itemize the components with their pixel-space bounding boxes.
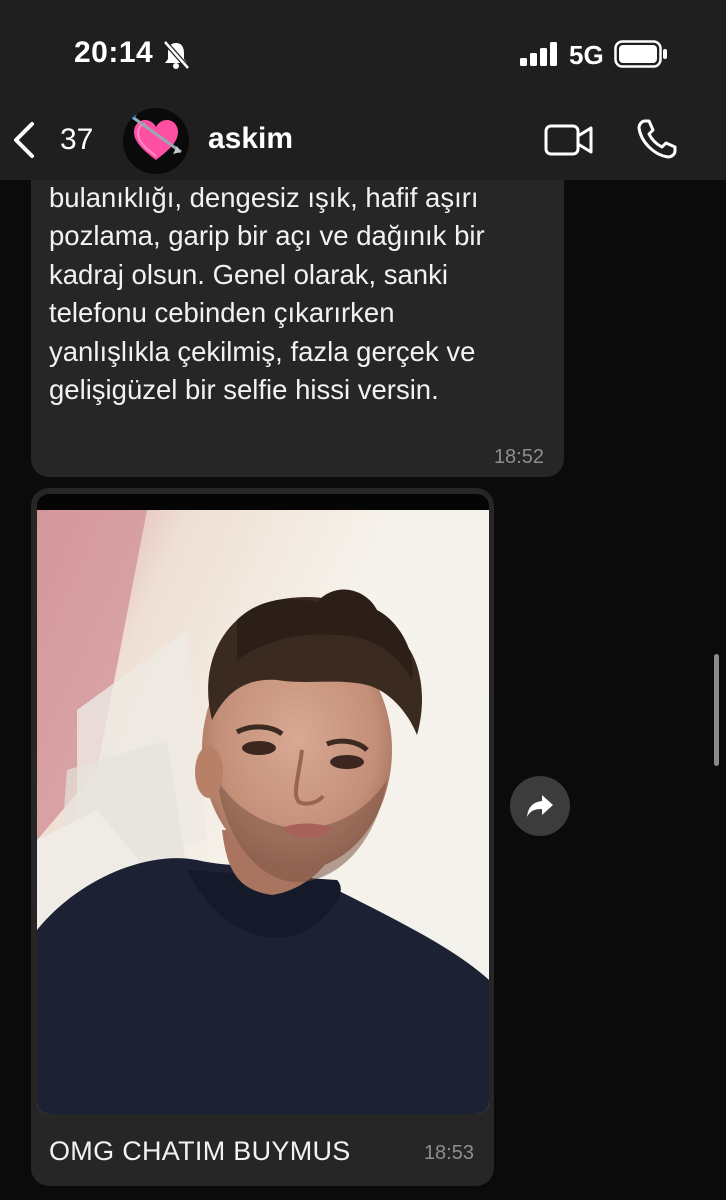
battery-icon bbox=[614, 40, 667, 68]
contact-name[interactable]: askim bbox=[208, 122, 293, 156]
message-time: 18:52 bbox=[493, 446, 544, 468]
scrollbar[interactable] bbox=[714, 654, 719, 766]
chevron-left-icon bbox=[14, 122, 34, 158]
heart-arrow-icon bbox=[123, 108, 189, 174]
message-time: 18:53 bbox=[423, 1142, 474, 1164]
message-bubble-text[interactable]: gibi olsun. Fotoğrafta hafif hareket bul… bbox=[31, 180, 564, 477]
forward-arrow-icon bbox=[527, 795, 553, 817]
avatar[interactable] bbox=[123, 108, 189, 174]
unread-count: 37 bbox=[60, 123, 94, 156]
chat-messages[interactable]: gibi olsun. Fotoğrafta hafif hareket bul… bbox=[0, 180, 726, 1200]
selfie-photo[interactable] bbox=[37, 510, 489, 1114]
status-time: 20:14 bbox=[74, 36, 154, 69]
chat-header: 37 askim bbox=[0, 100, 726, 180]
message-bubble-photo[interactable]: OMG CHATIM BUYMUS 18:53 bbox=[31, 488, 494, 1186]
network-type: 5G bbox=[569, 40, 604, 70]
bell-slash-icon bbox=[163, 40, 190, 70]
photo-caption: OMG CHATIM BUYMUS bbox=[49, 1136, 351, 1166]
video-camera-icon[interactable] bbox=[544, 122, 594, 158]
phone-icon[interactable] bbox=[636, 118, 678, 160]
back-button[interactable]: 37 bbox=[10, 118, 110, 162]
message-text: gibi olsun. Fotoğrafta hafif hareket bul… bbox=[49, 181, 485, 406]
status-bar: 20:14 5G bbox=[0, 0, 726, 100]
photo-frame[interactable] bbox=[37, 494, 489, 1114]
forward-button[interactable] bbox=[510, 776, 570, 836]
cellular-signal-icon bbox=[520, 42, 557, 66]
